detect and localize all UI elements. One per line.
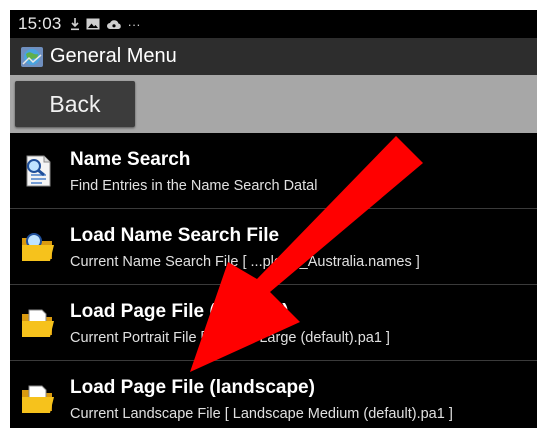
menu-list: Name Search Find Entries in the Name Sea…	[10, 133, 537, 428]
folder-open-icon	[22, 385, 54, 413]
folder-open-icon	[22, 309, 54, 337]
image-icon	[86, 18, 100, 30]
phone-screen: 15:03 ··· General Menu Back Name Search …	[10, 10, 537, 428]
menu-item-subtitle: Current Portrait File [ Portrait Large (…	[70, 330, 390, 346]
menu-item-load-name-search-file[interactable]: Load Name Search File Current Name Searc…	[10, 209, 537, 285]
status-time: 15:03	[18, 14, 62, 33]
menu-item-title: Name Search	[70, 149, 191, 170]
toolbar: Back	[10, 75, 537, 133]
folder-open-icon	[22, 233, 54, 261]
menu-item-subtitle: Current Name Search File [ ...plorer_Aus…	[70, 254, 420, 270]
menu-item-load-page-file-portrait[interactable]: Load Page File (portrait) Current Portra…	[10, 285, 537, 361]
status-icons: ···	[70, 17, 141, 32]
title-bar: General Menu	[10, 38, 537, 75]
menu-item-subtitle: Current Landscape File [ Landscape Mediu…	[70, 406, 453, 422]
menu-item-subtitle: Find Entries in the Name Search Datal	[70, 178, 318, 194]
menu-item-load-page-file-landscape[interactable]: Load Page File (landscape) Current Lands…	[10, 361, 537, 428]
menu-item-title: Load Page File (portrait)	[70, 301, 289, 322]
more-notifications-icon: ···	[127, 16, 141, 32]
app-globe-icon	[21, 46, 43, 67]
menu-item-title: Load Name Search File	[70, 225, 280, 246]
menu-item-title: Load Page File (landscape)	[70, 377, 315, 398]
name-search-document-icon	[26, 155, 51, 187]
cloud-icon	[106, 19, 121, 29]
status-bar: 15:03 ···	[10, 10, 537, 38]
menu-item-name-search[interactable]: Name Search Find Entries in the Name Sea…	[10, 133, 537, 209]
page-title: General Menu	[50, 45, 177, 67]
download-icon	[70, 18, 79, 31]
back-button[interactable]: Back	[15, 81, 135, 127]
